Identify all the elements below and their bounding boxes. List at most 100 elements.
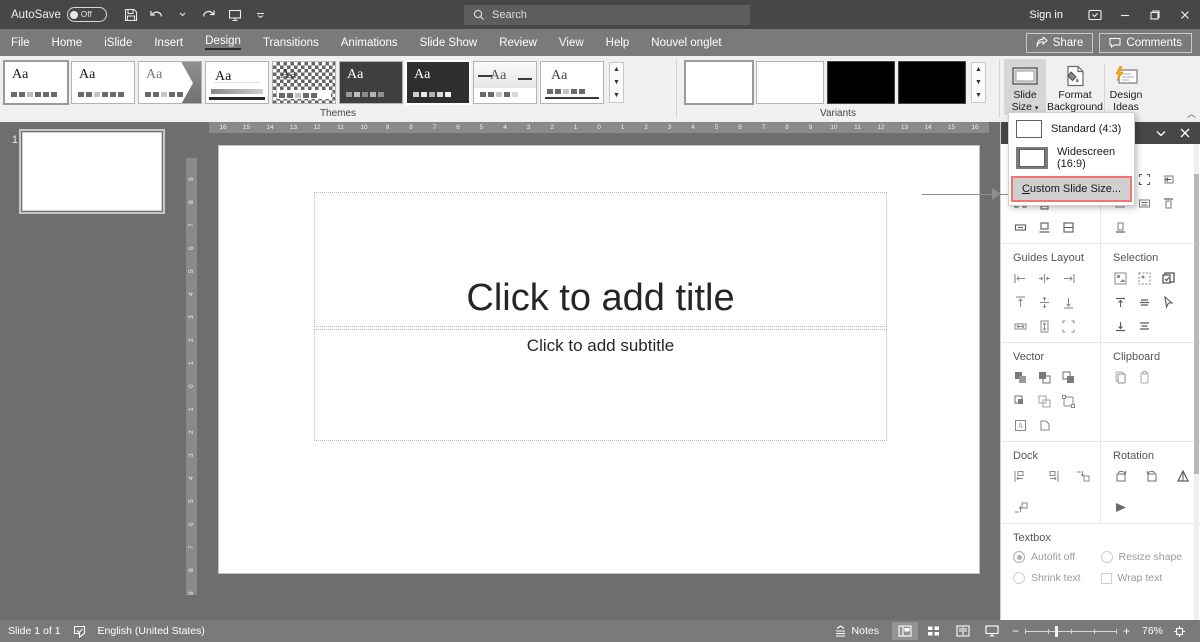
menu-item-widescreen[interactable]: Widescreen (16:9) bbox=[1009, 142, 1134, 174]
match-width-icon[interactable] bbox=[1013, 220, 1028, 235]
rotate-right-icon[interactable] bbox=[1113, 469, 1128, 484]
select-bottom-icon[interactable] bbox=[1113, 319, 1128, 334]
tab-view[interactable]: View bbox=[548, 29, 595, 56]
ribbon-display-options-icon[interactable] bbox=[1080, 0, 1110, 29]
slide-size-button[interactable]: Slide Size ▾ bbox=[1004, 59, 1046, 115]
variants-scroll-up-button[interactable]: ▲ bbox=[972, 63, 985, 76]
autosave-control[interactable]: AutoSave Off bbox=[11, 7, 107, 22]
slide-canvas[interactable]: Click to add title Click to add subtitle bbox=[219, 146, 979, 573]
select-middle-icon[interactable] bbox=[1137, 295, 1152, 310]
tab-insert[interactable]: Insert bbox=[143, 29, 194, 56]
sign-in-button[interactable]: Sign in bbox=[1018, 5, 1074, 25]
theme-thumbnail[interactable]: Aa bbox=[272, 60, 336, 104]
align-top-guide-icon[interactable] bbox=[1013, 295, 1028, 310]
align-bottom-icon[interactable] bbox=[1037, 220, 1052, 235]
tab-help[interactable]: Help bbox=[595, 29, 641, 56]
align-bottom-guide-icon[interactable] bbox=[1061, 295, 1076, 310]
wrap-text-option[interactable]: Wrap text bbox=[1100, 572, 1189, 584]
theme-thumbnail[interactable]: Aa bbox=[473, 60, 537, 104]
combine-icon[interactable] bbox=[1037, 370, 1052, 385]
zoom-out-button[interactable]: − bbox=[1012, 624, 1019, 638]
share-button[interactable]: Share bbox=[1025, 32, 1094, 53]
select-all-icon[interactable] bbox=[1113, 271, 1128, 286]
distribute-vertical-icon[interactable] bbox=[1037, 319, 1052, 334]
dock-left-icon[interactable] bbox=[1013, 469, 1028, 484]
format-background-button[interactable]: Format Background bbox=[1046, 59, 1104, 115]
nudge-left-icon[interactable] bbox=[1161, 172, 1176, 187]
variants-scroll-down-button[interactable]: ▼ bbox=[972, 76, 985, 89]
wrap-text-checkbox[interactable] bbox=[1100, 572, 1112, 584]
flip-horizontal-icon[interactable] bbox=[1113, 500, 1128, 515]
start-presentation-button[interactable] bbox=[223, 4, 247, 26]
shape-convert-icon[interactable] bbox=[1037, 418, 1052, 433]
slideshow-button[interactable] bbox=[979, 622, 1005, 640]
align-merge-icon[interactable] bbox=[1061, 220, 1076, 235]
copy-icon[interactable] bbox=[1113, 370, 1128, 385]
close-icon[interactable] bbox=[1170, 0, 1200, 29]
accessibility-icon[interactable] bbox=[73, 625, 86, 638]
tab-slide-show[interactable]: Slide Show bbox=[409, 29, 489, 56]
minimize-icon[interactable] bbox=[1110, 0, 1140, 29]
select-rows-icon[interactable] bbox=[1137, 319, 1152, 334]
collapse-ribbon-button[interactable]: ︿ bbox=[1187, 107, 1196, 120]
subtract-icon[interactable] bbox=[1037, 394, 1052, 409]
menu-item-custom-slide-size[interactable]: Custom Slide Size... bbox=[1011, 176, 1132, 202]
restore-icon[interactable] bbox=[1140, 0, 1170, 29]
theme-thumbnail[interactable]: Aa bbox=[339, 60, 403, 104]
align-middle-guide-icon[interactable] bbox=[1037, 295, 1052, 310]
select-invert-icon[interactable] bbox=[1161, 271, 1176, 286]
autofit-off-radio[interactable] bbox=[1013, 551, 1025, 563]
tab-transitions[interactable]: Transitions bbox=[252, 29, 330, 56]
tab-nouvel-onglet[interactable]: Nouvel onglet bbox=[640, 29, 732, 56]
slide-thumbnail-item[interactable]: 1 bbox=[0, 122, 185, 214]
theme-thumbnail[interactable]: Aa bbox=[138, 60, 202, 104]
text-to-shape-icon[interactable]: A bbox=[1013, 418, 1028, 433]
autosave-toggle[interactable]: Off bbox=[66, 7, 107, 22]
align-left-guide-icon[interactable] bbox=[1013, 271, 1028, 286]
theme-thumbnail[interactable]: Aa bbox=[205, 60, 269, 104]
intersect-icon[interactable] bbox=[1013, 394, 1028, 409]
align-right-guide-icon[interactable] bbox=[1061, 271, 1076, 286]
select-top-icon[interactable] bbox=[1113, 295, 1128, 310]
save-button[interactable] bbox=[119, 4, 143, 26]
equal-width-icon[interactable] bbox=[1137, 196, 1152, 211]
tab-animations[interactable]: Animations bbox=[330, 29, 409, 56]
edit-points-icon[interactable] bbox=[1061, 394, 1076, 409]
theme-thumbnail[interactable]: Aa bbox=[540, 60, 604, 104]
redo-button[interactable] bbox=[197, 4, 221, 26]
themes-scroll-down-button[interactable]: ▼ bbox=[610, 76, 623, 89]
select-similar-icon[interactable] bbox=[1137, 271, 1152, 286]
tab-file[interactable]: File bbox=[0, 29, 41, 56]
fit-selection-icon[interactable] bbox=[1137, 172, 1152, 187]
reading-view-button[interactable] bbox=[950, 622, 976, 640]
zoom-slider[interactable]: − + bbox=[1012, 624, 1130, 638]
tab-design[interactable]: Design bbox=[194, 29, 252, 56]
panel-scrollbar-thumb[interactable] bbox=[1194, 174, 1199, 474]
align-bottom-edge-icon[interactable] bbox=[1113, 220, 1128, 235]
themes-more-button[interactable]: ▼ bbox=[610, 89, 623, 102]
comments-button[interactable]: Comments bbox=[1099, 32, 1192, 53]
union-icon[interactable] bbox=[1013, 370, 1028, 385]
themes-scroll-up-button[interactable]: ▲ bbox=[610, 63, 623, 76]
tab-islide[interactable]: iSlide bbox=[93, 29, 143, 56]
rotate-left-icon[interactable] bbox=[1144, 469, 1159, 484]
variant-thumbnail[interactable] bbox=[756, 60, 824, 104]
design-ideas-button[interactable]: Design Ideas bbox=[1105, 59, 1147, 115]
autofit-off-option[interactable]: Autofit off bbox=[1013, 551, 1101, 563]
slide-thumbnail-preview[interactable] bbox=[19, 129, 165, 214]
zoom-track[interactable] bbox=[1024, 625, 1117, 637]
variant-thumbnail[interactable] bbox=[898, 60, 966, 104]
variant-thumbnail[interactable] bbox=[684, 59, 754, 105]
customize-quick-access-button[interactable] bbox=[249, 4, 273, 26]
zoom-knob[interactable] bbox=[1054, 625, 1058, 637]
dock-bottom-icon[interactable] bbox=[1013, 500, 1028, 515]
undo-dropdown-button[interactable] bbox=[171, 4, 195, 26]
paste-icon[interactable] bbox=[1137, 370, 1152, 385]
shrink-text-radio[interactable] bbox=[1013, 572, 1025, 584]
shrink-text-option[interactable]: Shrink text bbox=[1013, 572, 1101, 584]
resize-shape-radio[interactable] bbox=[1100, 551, 1113, 563]
tab-review[interactable]: Review bbox=[488, 29, 548, 56]
zoom-in-button[interactable]: + bbox=[1123, 624, 1130, 638]
align-center-guide-icon[interactable] bbox=[1037, 271, 1052, 286]
panel-options-chevron-down-icon[interactable] bbox=[1150, 123, 1172, 143]
